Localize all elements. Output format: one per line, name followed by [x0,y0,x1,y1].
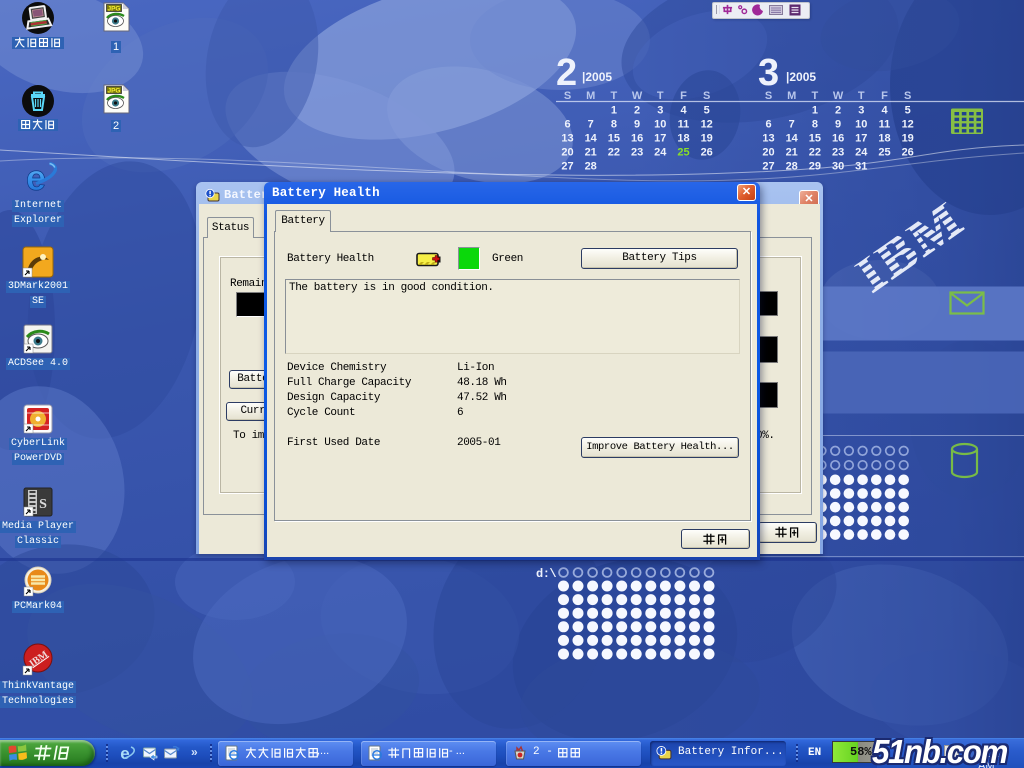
svg-text:18: 18 [677,133,689,145]
svg-text:S: S [39,497,47,512]
svg-text:11: 11 [678,119,690,131]
svg-text:18: 18 [878,133,890,145]
svg-text:22: 22 [809,147,821,159]
svg-text:1: 1 [812,105,818,117]
svg-text:7: 7 [789,119,795,131]
svg-text:3: 3 [758,52,779,94]
svg-text:8: 8 [812,119,818,131]
svg-text:23: 23 [631,147,643,159]
svg-text:20: 20 [762,147,774,159]
svg-text:e: e [26,160,46,196]
svg-text:9: 9 [634,119,640,131]
svg-text:T: T [812,90,819,102]
svg-text:3: 3 [657,105,663,117]
svg-text:24: 24 [654,147,667,159]
svg-text:10: 10 [855,119,867,131]
svg-text:|2005: |2005 [786,70,816,84]
svg-text:8: 8 [611,119,617,131]
svg-text:2: 2 [835,105,841,117]
svg-text:S: S [904,90,911,102]
svg-text:4: 4 [881,105,888,117]
svg-text:JPG: JPG [107,6,120,13]
svg-text:14: 14 [585,133,598,145]
svg-text:T: T [657,90,664,102]
svg-text:28: 28 [585,161,597,173]
svg-text:15: 15 [608,133,620,145]
svg-text:5: 5 [704,105,710,117]
svg-text:6: 6 [765,119,771,131]
svg-text:JPG: JPG [107,88,120,95]
svg-text:24: 24 [855,147,868,159]
svg-text:d:\: d:\ [536,567,556,581]
svg-text:26: 26 [902,147,914,159]
svg-text:25: 25 [677,147,689,159]
svg-text:12: 12 [701,119,713,131]
svg-text:14: 14 [786,133,799,145]
svg-text:27: 27 [762,161,774,173]
svg-text:27: 27 [561,161,573,173]
svg-text:23: 23 [832,147,844,159]
svg-text:31: 31 [855,161,867,173]
svg-text:S: S [564,90,571,102]
svg-text:2: 2 [556,52,577,94]
svg-text:16: 16 [631,133,643,145]
svg-text:28: 28 [786,161,798,173]
svg-text:F: F [881,90,888,102]
svg-text:21: 21 [585,147,597,159]
svg-text:4: 4 [680,105,687,117]
svg-text:19: 19 [701,133,713,145]
svg-text:7: 7 [588,119,594,131]
svg-text:S: S [765,90,772,102]
svg-text:15: 15 [809,133,821,145]
svg-text:12: 12 [902,119,914,131]
svg-text:11: 11 [879,119,891,131]
svg-text:6: 6 [564,119,570,131]
svg-text:5: 5 [905,105,911,117]
svg-text:21: 21 [786,147,798,159]
svg-text:30: 30 [832,161,844,173]
svg-text:W: W [632,90,643,102]
svg-text:10: 10 [654,119,666,131]
svg-text:S: S [703,90,710,102]
svg-text:e: e [120,745,129,762]
svg-text:T: T [858,90,865,102]
svg-text:3: 3 [858,105,864,117]
svg-text:13: 13 [762,133,774,145]
svg-text:F: F [680,90,687,102]
svg-text:16: 16 [832,133,844,145]
svg-text:W: W [833,90,844,102]
svg-text:|2005: |2005 [582,70,612,84]
svg-text:17: 17 [855,133,867,145]
svg-text:19: 19 [902,133,914,145]
svg-text:20: 20 [561,147,573,159]
svg-text:M: M [787,90,796,102]
svg-text:22: 22 [608,147,620,159]
svg-text:1: 1 [611,105,617,117]
svg-text:2: 2 [634,105,640,117]
svg-text:29: 29 [809,161,821,173]
svg-text:25: 25 [878,147,890,159]
svg-text:M: M [586,90,595,102]
svg-text:13: 13 [561,133,573,145]
svg-text:T: T [611,90,618,102]
svg-text:9: 9 [835,119,841,131]
svg-text:26: 26 [701,147,713,159]
svg-text:17: 17 [654,133,666,145]
